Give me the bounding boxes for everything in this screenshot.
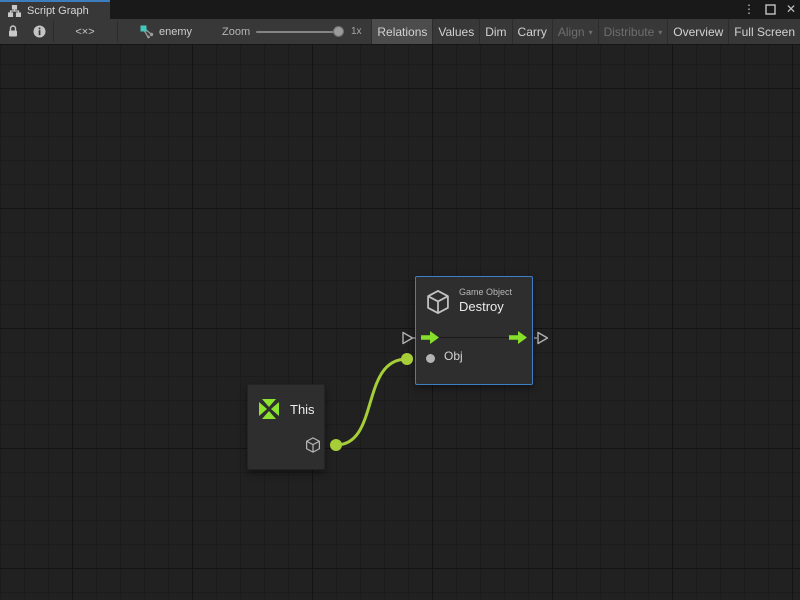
tab-script-graph[interactable]: Script Graph	[0, 0, 110, 19]
overview-label: Overview	[673, 25, 723, 39]
inspect-button[interactable]	[26, 19, 52, 44]
chevron-down-icon: ▾	[589, 28, 593, 37]
zoom-slider-track[interactable]	[256, 31, 340, 33]
graph-toolbar: <×> enemy Zoom 1x Relations Values Dim C…	[0, 19, 800, 45]
toolbar-button-group: Relations Values Dim Carry Align ▾ Distr…	[371, 19, 800, 44]
script-graph-asset-icon	[140, 25, 154, 39]
chevron-down-icon: ▾	[658, 28, 662, 37]
zoom-value: 1x	[351, 19, 362, 44]
node-title: This	[290, 402, 315, 417]
graph-canvas[interactable]: This Game Object Destroy	[0, 45, 800, 600]
code-x-icon: <×>	[75, 26, 94, 38]
node-destroy[interactable]: Game Object Destroy Obj	[415, 276, 533, 385]
node-title: Destroy	[459, 299, 504, 314]
lock-icon	[7, 25, 19, 38]
code-preview-toggle[interactable]: <×>	[54, 19, 116, 44]
dim-button[interactable]: Dim	[479, 19, 511, 44]
values-label: Values	[438, 25, 474, 39]
distribute-dropdown[interactable]: Distribute ▾	[598, 19, 668, 44]
flow-out-triangle-icon[interactable]	[534, 330, 550, 346]
overview-button[interactable]: Overview	[667, 19, 728, 44]
window-menu-icon[interactable]: ⋮	[743, 0, 755, 19]
fullscreen-label: Full Screen	[734, 25, 795, 39]
unity-visual-scripting-window: { "window": { "tab_title": "Script Graph…	[0, 0, 800, 600]
flow-in-triangle-icon[interactable]	[400, 330, 416, 346]
align-dropdown[interactable]: Align ▾	[552, 19, 598, 44]
node-subtitle: Game Object	[459, 287, 512, 297]
distribute-label: Distribute	[604, 25, 655, 39]
tab-title: Script Graph	[27, 5, 89, 17]
relations-label: Relations	[377, 25, 427, 39]
carry-label: Carry	[518, 25, 547, 39]
relations-button[interactable]: Relations	[371, 19, 432, 44]
connection-wire	[0, 45, 800, 600]
tab-bar: Script Graph ⋮ ✕	[0, 0, 800, 19]
carry-button[interactable]: Carry	[512, 19, 552, 44]
align-label: Align	[558, 25, 585, 39]
info-icon	[33, 25, 46, 38]
zoom-label: Zoom	[222, 19, 250, 44]
wire-end-dot	[401, 353, 413, 365]
dim-label: Dim	[485, 25, 506, 39]
maximize-icon[interactable]	[765, 4, 776, 15]
values-button[interactable]: Values	[432, 19, 479, 44]
this-converge-icon	[255, 395, 283, 423]
lock-button[interactable]	[0, 19, 26, 44]
window-controls: ⋮ ✕	[743, 0, 796, 19]
obj-input-port[interactable]	[426, 354, 435, 363]
graph-hierarchy-icon	[8, 5, 21, 17]
fullscreen-button[interactable]: Full Screen	[728, 19, 800, 44]
flow-output-port[interactable]	[509, 331, 527, 344]
obj-port-label: Obj	[444, 349, 463, 363]
node-this[interactable]: This	[247, 384, 325, 470]
wire-start-dot	[330, 439, 342, 451]
graph-breadcrumb[interactable]: enemy	[140, 19, 192, 44]
graph-name: enemy	[159, 26, 192, 38]
flow-input-port[interactable]	[421, 331, 439, 344]
toolbar-separator	[117, 21, 118, 42]
zoom-slider-handle[interactable]	[333, 26, 344, 37]
close-icon[interactable]: ✕	[786, 0, 796, 19]
gameobject-output-port[interactable]	[304, 436, 322, 454]
cube-icon	[424, 288, 452, 316]
